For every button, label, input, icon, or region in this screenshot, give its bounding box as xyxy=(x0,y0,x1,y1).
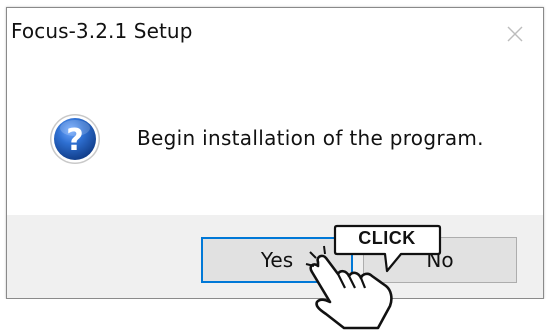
yes-button[interactable]: Yes xyxy=(201,237,353,283)
svg-text:?: ? xyxy=(66,123,83,158)
background-strip xyxy=(0,299,550,331)
question-icon: ? xyxy=(48,112,102,166)
close-icon xyxy=(507,26,523,42)
setup-dialog: Focus-3.2.1 Setup ? Begin installation o… xyxy=(6,7,544,299)
no-button[interactable]: No xyxy=(363,237,517,283)
screenshot-stage: Focus-3.2.1 Setup ? Begin installation o… xyxy=(0,0,550,331)
close-button[interactable] xyxy=(497,16,533,52)
dialog-content: ? Begin installation of the program. xyxy=(7,60,543,215)
message-text: Begin installation of the program. xyxy=(137,126,484,150)
button-bar: Yes No xyxy=(7,215,543,298)
window-title: Focus-3.2.1 Setup xyxy=(11,19,193,43)
title-bar[interactable]: Focus-3.2.1 Setup xyxy=(7,8,543,60)
